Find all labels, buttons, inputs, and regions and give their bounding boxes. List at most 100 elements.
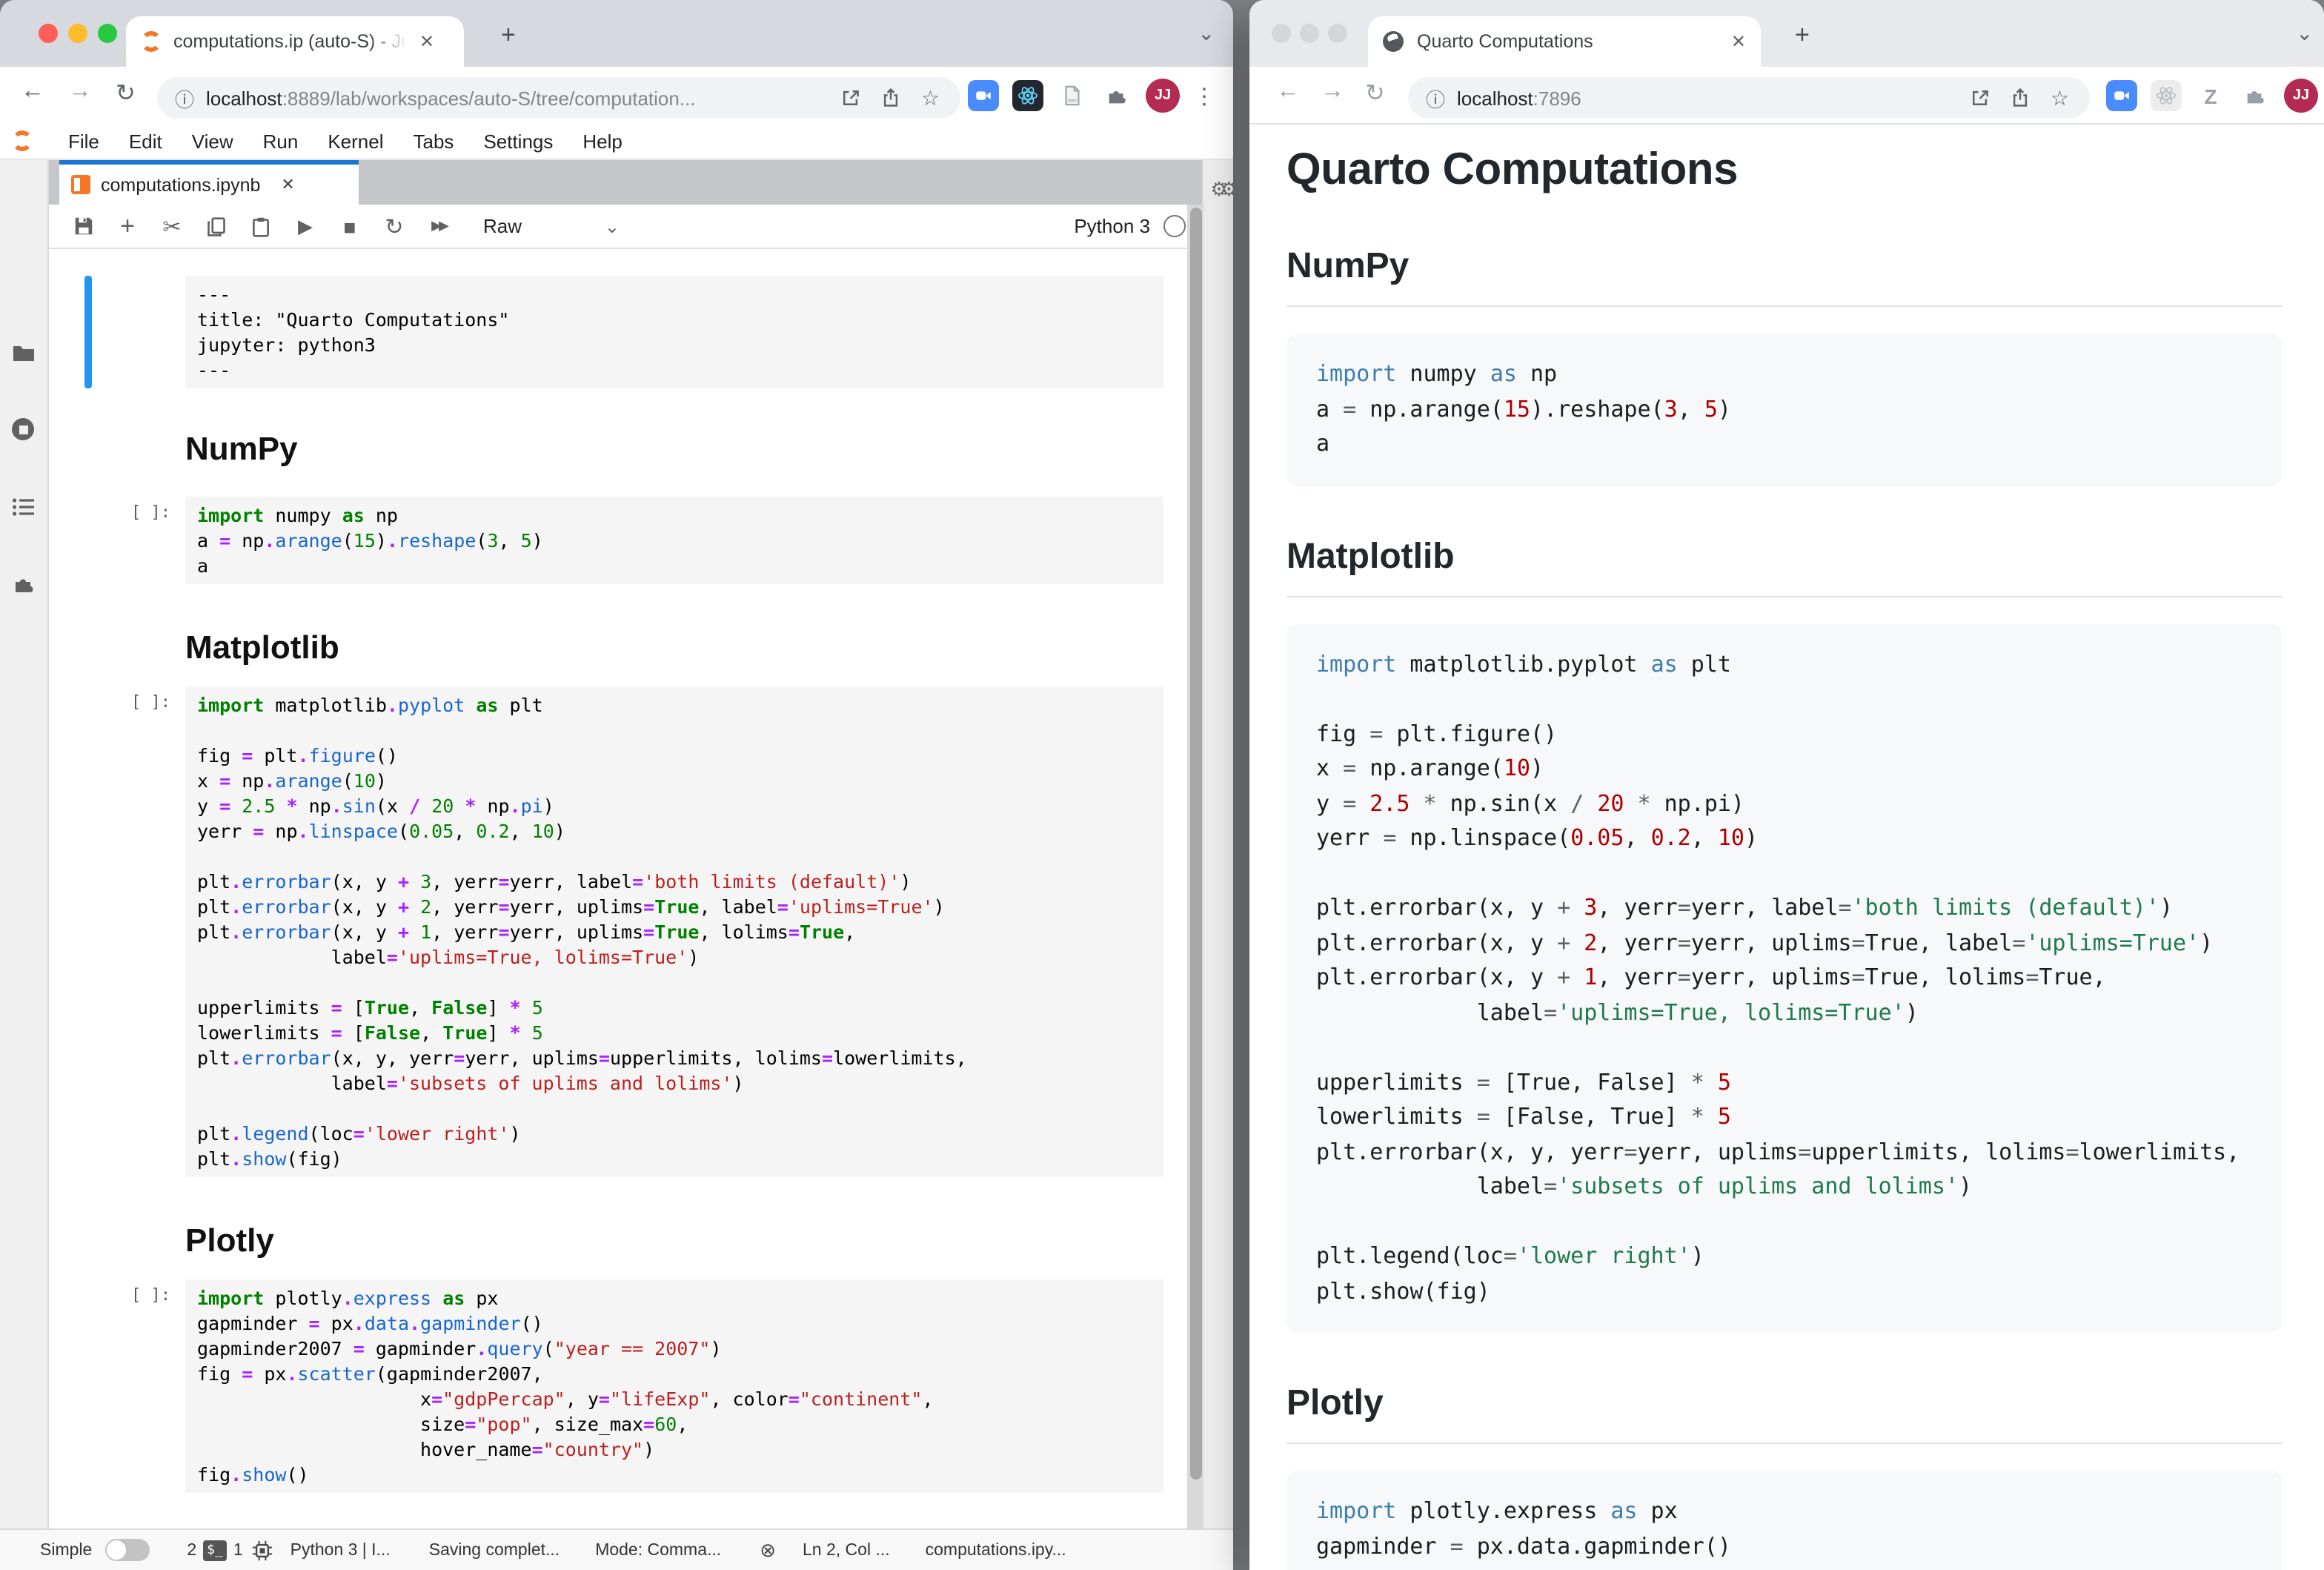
forward-button[interactable]: → [1321, 79, 1344, 105]
react-devtools-extension-icon[interactable] [1012, 80, 1043, 111]
address-bar[interactable]: ⓘ localhost:8889/lab/workspaces/auto-S/t… [157, 77, 960, 119]
kernel-count[interactable]: 1 [233, 1541, 243, 1559]
cut-cells-button[interactable]: ✂ [154, 208, 190, 244]
kernel-indicator[interactable]: Python 3 [1074, 215, 1204, 237]
minimize-window-button[interactable] [68, 24, 87, 43]
code-cell-matplotlib[interactable]: [ ]: import matplotlib.pyplot as plt fig… [49, 686, 1187, 1177]
code-cell-plotly[interactable]: [ ]: import plotly.express as pxgapminde… [49, 1279, 1187, 1493]
tab-search-chevron-icon[interactable]: ⌄ [2296, 21, 2313, 46]
react-devtools-extension-icon[interactable] [2151, 80, 2182, 111]
menu-kernel[interactable]: Kernel [313, 130, 398, 152]
menu-run[interactable]: Run [248, 130, 313, 152]
running-kernels-icon[interactable] [12, 418, 34, 440]
z-extension-icon[interactable]: Z [2195, 80, 2226, 111]
matplotlib-cell-editor[interactable]: import matplotlib.pyplot as plt fig = pl… [185, 686, 1163, 1177]
close-tab-icon[interactable]: ✕ [419, 31, 434, 52]
property-inspector-gear-icon[interactable]: ⚙⚙ [1210, 178, 1230, 202]
menu-tabs[interactable]: Tabs [399, 130, 469, 152]
browser-chrome: computations.ip (auto-S) - Jup ✕ + ⌄ [0, 0, 1233, 67]
zoom-window-button[interactable] [1328, 24, 1347, 43]
code-line: gapminder = px.data.gapminder() [197, 1311, 1152, 1336]
extensions-puzzle-icon[interactable] [1101, 80, 1132, 111]
restart-run-all-button[interactable]: ▶▶ [421, 208, 456, 244]
notebook-tab[interactable]: computations.ipynb ✕ [59, 160, 359, 205]
forward-button[interactable]: → [68, 79, 92, 105]
zoom-window-button[interactable] [98, 24, 117, 43]
back-button[interactable]: ← [1276, 79, 1300, 105]
terminal-count[interactable]: 2 [187, 1541, 196, 1559]
close-window-button[interactable] [39, 24, 58, 43]
bookmark-star-icon[interactable]: ☆ [2051, 85, 2069, 110]
menu-help[interactable]: Help [568, 130, 637, 152]
mode-indicator[interactable]: Mode: Comma... [595, 1541, 721, 1559]
quarto-browser-window: Quarto Computations ✕ + ⌄ ← → ↻ ⓘ localh… [1249, 0, 2324, 1570]
trust-shield-icon[interactable]: ⊗ [760, 1538, 776, 1562]
section-heading-matplotlib: Matplotlib [1286, 536, 2282, 597]
simple-mode-toggle[interactable] [105, 1539, 150, 1561]
file-browser-icon[interactable] [12, 341, 36, 365]
code-cell-numpy[interactable]: [ ]: import numpy as npa = np.arange(15)… [49, 497, 1187, 584]
paste-cells-button[interactable] [243, 208, 279, 244]
code-block-numpy: import numpy as npa = np.arange(15).resh… [1286, 334, 2282, 486]
open-in-new-icon[interactable] [841, 87, 862, 108]
zoom-extension-icon[interactable] [2106, 80, 2137, 111]
notebook-scroll-area[interactable]: ---title: "Quarto Computations"jupyter: … [49, 249, 1187, 1530]
add-cell-button[interactable]: + [110, 208, 145, 244]
site-info-icon[interactable]: ⓘ [1426, 84, 1445, 112]
menu-settings[interactable]: Settings [468, 130, 568, 152]
numpy-cell-editor[interactable]: import numpy as npa = np.arange(15).resh… [185, 497, 1163, 584]
document-extension-icon[interactable] [1057, 80, 1088, 111]
cursor-position[interactable]: Ln 2, Col ... [803, 1541, 890, 1559]
browser-tab-quarto[interactable]: Quarto Computations ✕ [1368, 16, 1761, 67]
run-cell-button[interactable]: ▶ [288, 208, 323, 244]
close-window-button[interactable] [1272, 24, 1291, 43]
reload-button[interactable]: ↻ [116, 79, 136, 108]
new-tab-button[interactable]: + [501, 21, 516, 50]
zoom-extension-icon[interactable] [968, 80, 999, 111]
close-tab-icon[interactable]: ✕ [1731, 31, 1746, 52]
site-info-icon[interactable]: ⓘ [175, 84, 194, 112]
new-tab-button[interactable]: + [1795, 21, 1810, 50]
section-heading-plotly: Plotly [1286, 1383, 2282, 1444]
save-button[interactable] [65, 208, 101, 244]
address-bar[interactable]: ⓘ localhost:7896 ☆ [1408, 77, 2090, 119]
extension-manager-icon[interactable] [12, 572, 36, 596]
minimize-window-button[interactable] [1300, 24, 1319, 43]
reload-button[interactable]: ↻ [1365, 79, 1385, 108]
code-line: import numpy as np [1316, 357, 2253, 392]
raw-cell-editor[interactable]: ---title: "Quarto Computations"jupyter: … [185, 276, 1163, 388]
code-line: a = np.arange(15).reshape(3, 5) [197, 528, 1152, 553]
profile-avatar[interactable]: JJ [2284, 79, 2318, 113]
table-of-contents-icon[interactable] [12, 495, 36, 519]
raw-cell[interactable]: ---title: "Quarto Computations"jupyter: … [49, 276, 1187, 388]
browser-menu-icon[interactable]: ⋮ [1193, 82, 1215, 109]
menu-edit[interactable]: Edit [114, 130, 177, 152]
cell-type-dropdown[interactable]: Raw ⌄ [483, 215, 620, 237]
back-button[interactable]: ← [21, 79, 44, 105]
markdown-heading-plotly[interactable]: Plotly [185, 1219, 1187, 1263]
markdown-heading-numpy[interactable]: NumPy [185, 427, 1187, 471]
extensions-puzzle-icon[interactable] [2240, 80, 2271, 111]
code-line: import plotly.express as px [197, 1285, 1152, 1311]
restart-kernel-button[interactable]: ↻ [376, 208, 412, 244]
share-icon[interactable] [2011, 87, 2031, 108]
copy-cells-button[interactable] [199, 208, 234, 244]
jupyter-logo [12, 130, 33, 151]
tab-search-chevron-icon[interactable]: ⌄ [1198, 21, 1215, 46]
markdown-heading-matplotlib[interactable]: Matplotlib [185, 626, 1187, 670]
profile-avatar[interactable]: JJ [1146, 79, 1180, 113]
menu-view[interactable]: View [177, 130, 248, 152]
menu-file[interactable]: File [53, 130, 114, 152]
scrollbar-thumb[interactable] [1189, 208, 1201, 1480]
open-in-new-icon[interactable] [1971, 87, 1991, 108]
browser-tab-jupyter[interactable]: computations.ip (auto-S) - Jup ✕ [126, 16, 464, 67]
notebook-scrollbar[interactable] [1187, 205, 1204, 1530]
share-icon[interactable] [881, 87, 902, 108]
plotly-cell-editor[interactable]: import plotly.express as pxgapminder = p… [185, 1279, 1163, 1493]
bookmark-star-icon[interactable]: ☆ [921, 85, 940, 110]
kernel-status-text[interactable]: Python 3 | I... [290, 1541, 391, 1559]
quarto-page[interactable]: Quarto Computations NumPy import numpy a… [1249, 125, 2324, 1570]
interrupt-kernel-button[interactable]: ■ [332, 208, 368, 244]
code-line [1316, 682, 2253, 717]
notebook-tab-close-icon[interactable]: ✕ [281, 175, 294, 194]
